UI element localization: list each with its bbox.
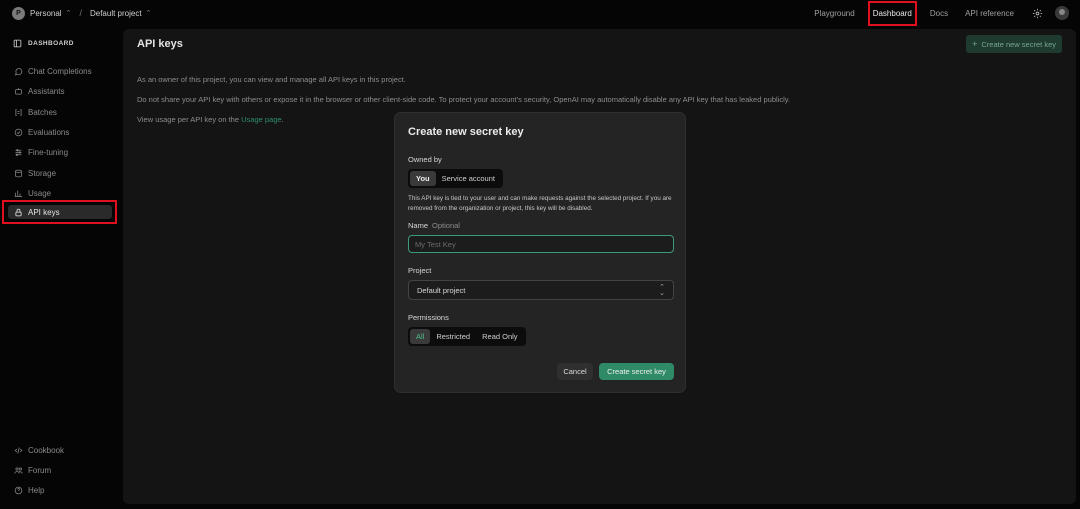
sidebar-item-forum[interactable]: Forum xyxy=(13,463,51,477)
sidebar-item-cookbook[interactable]: Cookbook xyxy=(13,443,64,457)
project-name[interactable]: Default project xyxy=(90,9,142,18)
permissions-label: Permissions xyxy=(408,313,449,322)
name-input[interactable] xyxy=(408,235,674,253)
intro-text: As an owner of this project, you can vie… xyxy=(137,75,406,84)
usage-text: View usage per API key on the Usage page… xyxy=(137,115,284,124)
sidebar-item-fine-tuning[interactable]: Fine-tuning xyxy=(13,145,68,159)
sidebar-item-batches[interactable]: Batches xyxy=(13,105,57,119)
chevron-updown-icon: ⌃ xyxy=(65,10,72,17)
owned-by-description: This API key is tied to your user and ca… xyxy=(408,195,672,212)
cancel-button[interactable]: Cancel xyxy=(557,363,593,380)
sidebar: DASHBOARD Chat Completions Assistants Ba… xyxy=(0,26,122,509)
usage-icon xyxy=(13,188,23,198)
create-secret-key-button[interactable]: Create secret key xyxy=(599,363,674,380)
code-icon xyxy=(13,445,23,455)
create-key-modal: Create new secret key Owned by You Servi… xyxy=(394,112,686,393)
create-new-secret-key-button[interactable]: + Create new secret key xyxy=(966,35,1062,53)
owned-by-toggle: You Service account xyxy=(408,169,503,188)
sidebar-item-assistants[interactable]: Assistants xyxy=(13,84,64,98)
owned-by-you[interactable]: You xyxy=(410,171,436,186)
nav-dashboard[interactable]: Dashboard xyxy=(867,0,917,26)
sidebar-panel-icon[interactable] xyxy=(13,39,22,48)
owned-by-label: Owned by xyxy=(408,155,442,164)
fine-tuning-icon xyxy=(13,147,23,157)
help-icon xyxy=(13,485,23,495)
modal-title: Create new secret key xyxy=(408,126,524,138)
people-icon xyxy=(13,465,23,475)
evaluations-icon xyxy=(13,127,23,137)
sidebar-item-usage[interactable]: Usage xyxy=(13,186,51,200)
project-select[interactable]: Default project ⌃ ⌄ xyxy=(408,280,674,300)
top-nav: Playground Dashboard Docs API reference xyxy=(814,0,1080,26)
chat-icon xyxy=(13,66,23,76)
usage-page-link[interactable]: Usage page xyxy=(241,115,281,124)
sidebar-heading: DASHBOARD xyxy=(13,39,74,48)
chevron-updown-icon: ⌃ ⌄ xyxy=(659,284,665,297)
permission-all[interactable]: All xyxy=(410,329,431,344)
sidebar-item-evaluations[interactable]: Evaluations xyxy=(13,125,69,139)
chevron-updown-icon: ⌃ xyxy=(145,10,152,17)
name-label: Name Optional xyxy=(408,221,460,230)
permission-read-only[interactable]: Read Only xyxy=(476,329,523,344)
user-avatar[interactable] xyxy=(1055,6,1069,20)
sidebar-item-chat-completions[interactable]: Chat Completions xyxy=(13,64,92,78)
nav-api-reference[interactable]: API reference xyxy=(965,9,1014,18)
nav-playground[interactable]: Playground xyxy=(814,9,854,18)
org-name: Personal xyxy=(30,8,62,18)
permissions-toggle: All Restricted Read Only xyxy=(408,327,526,346)
sidebar-item-help[interactable]: Help xyxy=(13,483,44,497)
assistant-icon xyxy=(13,86,23,96)
owned-by-service-account[interactable]: Service account xyxy=(436,171,501,186)
plus-icon: + xyxy=(972,39,978,49)
permission-restricted[interactable]: Restricted xyxy=(430,329,476,344)
lock-icon xyxy=(13,207,23,217)
warning-text: Do not share your API key with others or… xyxy=(137,95,791,104)
project-label: Project xyxy=(408,266,432,275)
gear-icon[interactable] xyxy=(1031,7,1043,19)
breadcrumb-separator: / xyxy=(79,8,82,18)
top-bar: P Personal ⌃ / Default project ⌃ Playgro… xyxy=(0,0,1080,26)
org-avatar: P xyxy=(12,6,25,20)
batches-icon xyxy=(13,107,23,117)
page-title: API keys xyxy=(137,38,183,50)
org-switcher[interactable]: P Personal ⌃ / Default project ⌃ xyxy=(12,6,152,20)
nav-docs[interactable]: Docs xyxy=(930,9,948,18)
storage-icon xyxy=(13,168,23,178)
sidebar-item-api-keys[interactable]: API keys xyxy=(2,200,117,224)
sidebar-item-storage[interactable]: Storage xyxy=(13,166,56,180)
